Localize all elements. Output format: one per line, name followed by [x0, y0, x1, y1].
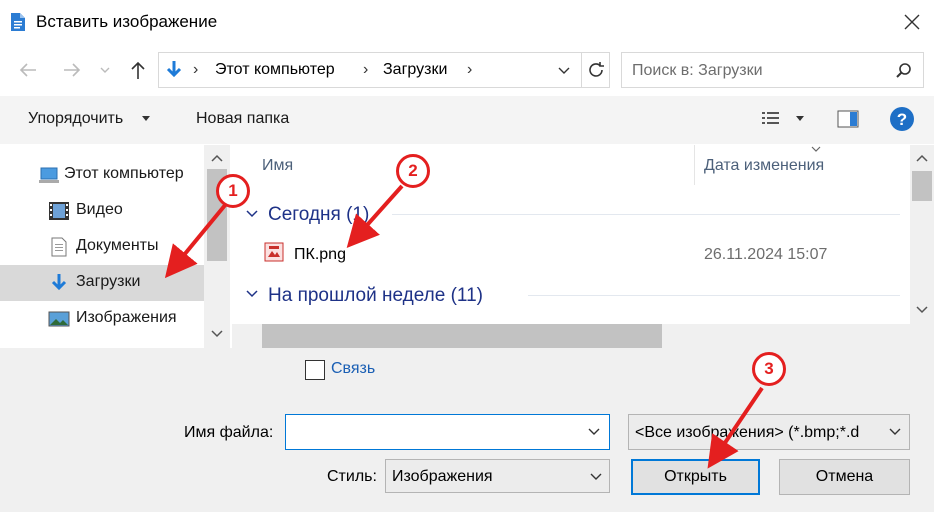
- dropdown-caret-icon[interactable]: [795, 114, 805, 122]
- scroll-down-icon[interactable]: [915, 305, 929, 315]
- nav-item-documents[interactable]: Документы: [0, 229, 204, 265]
- computer-icon: [39, 167, 59, 183]
- filename-field[interactable]: [285, 414, 610, 450]
- file-type-value: <Все изображения> (*.bmp;*.d: [635, 424, 860, 441]
- download-icon: [166, 61, 182, 78]
- png-file-icon: [264, 242, 284, 262]
- column-header-date[interactable]: Дата изменения: [704, 157, 824, 175]
- file-type-select[interactable]: <Все изображения> (*.bmp;*.d: [628, 414, 910, 450]
- annotation-badge-2: 2: [396, 154, 430, 188]
- nav-item-label: Изображения: [76, 309, 177, 326]
- chevron-down-icon[interactable]: [586, 425, 602, 439]
- back-arrow-icon[interactable]: [16, 58, 40, 82]
- view-details-icon[interactable]: [760, 108, 782, 130]
- close-icon[interactable]: [898, 8, 926, 36]
- address-bar[interactable]: › Этот компьютер › Загрузки ›: [158, 52, 610, 88]
- refresh-icon[interactable]: [585, 59, 607, 81]
- scroll-up-icon[interactable]: [915, 153, 929, 163]
- divider: [581, 53, 582, 87]
- column-header-name[interactable]: Имя: [262, 157, 293, 175]
- file-scrollbar[interactable]: [910, 145, 934, 348]
- breadcrumb-this-pc[interactable]: Этот компьютер: [215, 61, 335, 79]
- forward-arrow-icon[interactable]: [60, 58, 84, 82]
- nav-item-video[interactable]: Видео: [0, 193, 204, 229]
- video-icon: [49, 202, 69, 220]
- help-icon[interactable]: ?: [889, 106, 915, 132]
- recent-locations-chevron-icon[interactable]: [96, 58, 114, 82]
- navigation-pane: Этот компьютер Видео Документы Загрузки …: [0, 145, 230, 348]
- file-name: ПК.png: [294, 246, 346, 263]
- filename-label: Имя файла:: [184, 424, 274, 441]
- window-title: Вставить изображение: [36, 12, 218, 31]
- search-input[interactable]: [632, 60, 892, 82]
- nav-item-downloads[interactable]: Загрузки: [0, 265, 204, 301]
- up-arrow-icon[interactable]: [126, 58, 150, 82]
- annotation-badge-3: 3: [752, 352, 786, 386]
- breadcrumb-downloads[interactable]: Загрузки: [383, 61, 447, 79]
- nav-item-label: Загрузки: [76, 273, 141, 290]
- nav-item-label: Этот компьютер: [64, 165, 184, 182]
- nav-item-images[interactable]: Изображения: [0, 301, 204, 337]
- document-icon: [51, 237, 67, 257]
- column-divider: [694, 145, 695, 185]
- nav-item-label: Видео: [76, 201, 123, 218]
- style-label: Стиль:: [327, 468, 377, 485]
- images-icon: [48, 311, 70, 327]
- svg-text:?: ?: [897, 110, 907, 129]
- open-button[interactable]: Открыть: [631, 459, 760, 495]
- breadcrumb-separator-icon: ›: [363, 61, 369, 78]
- collapse-group-icon[interactable]: [244, 208, 260, 220]
- horizontal-scrollbar[interactable]: [232, 324, 910, 348]
- file-date: 26.11.2024 15:07: [704, 246, 828, 263]
- scroll-down-icon[interactable]: [210, 329, 224, 339]
- collapse-group-icon[interactable]: [244, 288, 260, 300]
- group-header-last-week[interactable]: На прошлой неделе (11): [268, 285, 483, 307]
- scroll-thumb[interactable]: [262, 324, 662, 348]
- breadcrumb-separator-icon: ›: [193, 61, 199, 78]
- link-checkbox[interactable]: [305, 360, 325, 380]
- document-icon: [11, 13, 25, 31]
- group-header-today[interactable]: Сегодня (1): [268, 204, 369, 226]
- link-label[interactable]: Связь: [331, 360, 375, 378]
- group-divider: [528, 295, 900, 296]
- scroll-thumb[interactable]: [912, 171, 932, 201]
- style-value: Изображения: [392, 468, 493, 485]
- scroll-up-icon[interactable]: [210, 153, 224, 163]
- chevron-down-icon[interactable]: [588, 470, 604, 484]
- search-box[interactable]: [621, 52, 924, 88]
- cancel-button[interactable]: Отмена: [779, 459, 910, 495]
- organize-menu-button[interactable]: Упорядочить: [28, 110, 123, 128]
- chevron-down-icon[interactable]: [887, 425, 903, 439]
- search-icon[interactable]: [894, 61, 914, 81]
- nav-item-this-pc[interactable]: Этот компьютер: [0, 157, 204, 193]
- style-select[interactable]: Изображения: [385, 459, 610, 493]
- download-icon: [51, 274, 67, 291]
- breadcrumb-separator-icon: ›: [467, 61, 473, 78]
- file-row[interactable]: ПК.png 26.11.2024 15:07: [262, 238, 902, 270]
- preview-pane-icon[interactable]: [836, 108, 860, 130]
- annotation-badge-1: 1: [216, 174, 250, 208]
- nav-item-label: Документы: [76, 237, 159, 254]
- sort-chevron-icon: [811, 146, 821, 152]
- chevron-down-icon[interactable]: [555, 61, 573, 79]
- new-folder-button[interactable]: Новая папка: [196, 110, 289, 128]
- group-divider: [392, 214, 900, 215]
- dropdown-caret-icon[interactable]: [141, 114, 151, 122]
